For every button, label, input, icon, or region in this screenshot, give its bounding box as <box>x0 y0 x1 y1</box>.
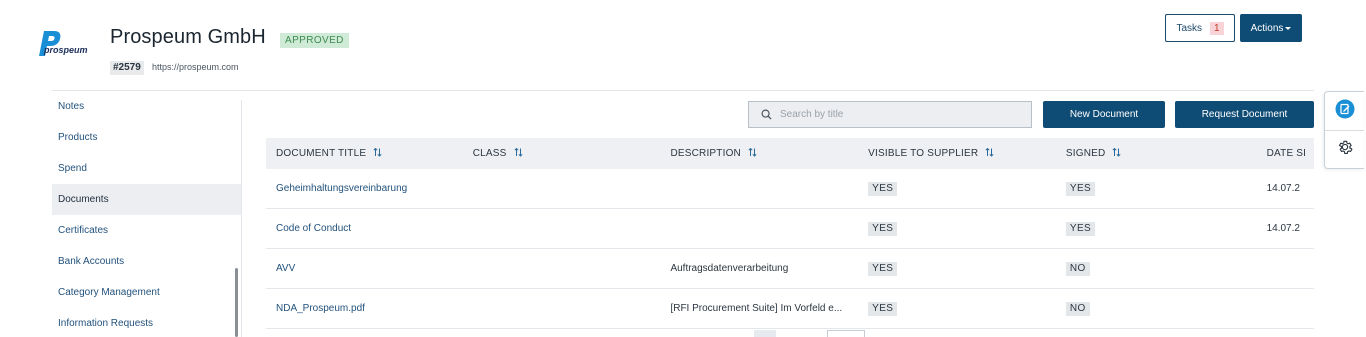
notes-float-button[interactable] <box>1325 92 1364 130</box>
document-description: [RFI Procurement Suite] Im Vorfeld e... <box>670 303 843 314</box>
search-icon <box>755 101 777 128</box>
request-document-button[interactable]: Request Document <box>1175 101 1314 128</box>
company-logo: prospeum <box>38 28 100 60</box>
visible-tag: YES <box>868 221 898 236</box>
status-badge: APPROVED <box>280 33 349 48</box>
visible-cell: YES <box>859 301 1057 316</box>
document-title-link[interactable]: NDA_Prospeum.pdf <box>266 303 464 314</box>
signed-tag: NO <box>1065 261 1090 276</box>
table-row[interactable]: Geheimhaltungsvereinbarung YES YES 14.07… <box>266 169 1314 209</box>
signed-tag: NO <box>1065 301 1090 316</box>
sidebar-item-bank-accounts[interactable]: Bank Accounts <box>52 246 241 277</box>
date-signed: 14.07.2 <box>1266 223 1300 234</box>
pagination-prev[interactable] <box>754 330 776 337</box>
sidebar-item-notes[interactable]: Notes <box>52 91 241 122</box>
sidebar-item-certificates[interactable]: Certificates <box>52 215 241 246</box>
search-box <box>748 101 1032 128</box>
sidebar-item-products[interactable]: Products <box>52 122 241 153</box>
pagination-page-size[interactable] <box>827 330 865 337</box>
gear-icon <box>1336 138 1354 161</box>
visible-cell: YES <box>859 261 1057 276</box>
column-header-signed[interactable]: SIGNED <box>1057 147 1255 160</box>
note-edit-icon <box>1335 99 1355 124</box>
documents-table: DOCUMENT TITLE CLASS DESCRIPTION VISIBLE… <box>266 138 1314 329</box>
sidebar-item-information-requests[interactable]: Information Requests <box>52 308 241 337</box>
actions-button[interactable]: Actions <box>1240 14 1302 42</box>
signed-cell: NO <box>1057 301 1255 316</box>
sidebar-item-category-management[interactable]: Category Management <box>52 277 241 308</box>
document-title-link[interactable]: AVV <box>266 263 464 274</box>
tasks-label: Tasks <box>1176 22 1202 34</box>
settings-float-button[interactable] <box>1325 130 1364 168</box>
tasks-count-badge: 1 <box>1210 21 1224 35</box>
date-signed: 14.07.2 <box>1266 183 1300 194</box>
signed-tag: YES <box>1065 221 1096 236</box>
signed-tag: YES <box>1065 181 1096 196</box>
visible-tag: YES <box>868 261 898 276</box>
new-document-button[interactable]: New Document <box>1043 101 1165 128</box>
column-header-description[interactable]: DESCRIPTION <box>661 147 859 160</box>
sidebar-divider <box>241 100 242 337</box>
sidebar-item-spend[interactable]: Spend <box>52 153 241 184</box>
visible-cell: YES <box>859 181 1057 196</box>
column-header-title[interactable]: DOCUMENT TITLE <box>266 147 464 160</box>
search-input[interactable] <box>780 109 1020 120</box>
table-row[interactable]: Code of Conduct YES YES 14.07.2 <box>266 209 1314 249</box>
table-header: DOCUMENT TITLE CLASS DESCRIPTION VISIBLE… <box>266 138 1314 169</box>
logo-text: prospeum <box>44 45 88 55</box>
visible-cell: YES <box>859 221 1057 236</box>
signed-cell: YES <box>1057 181 1255 196</box>
sort-icon[interactable] <box>513 147 523 160</box>
supplier-id-badge: #2579 <box>110 61 144 75</box>
floating-tool-panel <box>1324 91 1364 169</box>
document-title-link[interactable]: Code of Conduct <box>266 223 464 234</box>
actions-label: Actions <box>1250 22 1284 34</box>
caret-down-icon <box>1285 27 1292 30</box>
signed-cell: YES <box>1057 221 1255 236</box>
company-name: Prospeum GmbH <box>110 26 266 48</box>
sort-icon[interactable] <box>985 147 994 160</box>
signed-cell: NO <box>1057 261 1255 276</box>
table-row[interactable]: AVV Auftragsdatenverarbeitung YES NO <box>266 249 1314 289</box>
header-divider <box>52 90 1314 91</box>
visible-tag: YES <box>868 181 898 196</box>
column-header-date-signed[interactable]: DATE SI <box>1255 148 1314 159</box>
sidebar-scrollbar[interactable] <box>235 268 238 337</box>
column-header-visible[interactable]: VISIBLE TO SUPPLIER <box>859 147 1057 160</box>
column-header-class[interactable]: CLASS <box>464 147 662 160</box>
sidebar-item-documents[interactable]: Documents <box>52 184 241 215</box>
sort-icon[interactable] <box>1112 147 1121 160</box>
document-title-link[interactable]: Geheimhaltungsvereinbarung <box>266 183 464 194</box>
sort-icon[interactable] <box>373 147 382 160</box>
sort-icon[interactable] <box>748 147 757 160</box>
visible-tag: YES <box>868 301 898 316</box>
sidebar: Notes Products Spend Documents Certifica… <box>52 91 241 337</box>
document-description: Auftragsdatenverarbeitung <box>670 263 789 274</box>
table-row[interactable]: NDA_Prospeum.pdf [RFI Procurement Suite]… <box>266 289 1314 329</box>
website-link[interactable]: https://prospeum.com <box>152 62 239 72</box>
tasks-button[interactable]: Tasks 1 <box>1165 14 1235 42</box>
